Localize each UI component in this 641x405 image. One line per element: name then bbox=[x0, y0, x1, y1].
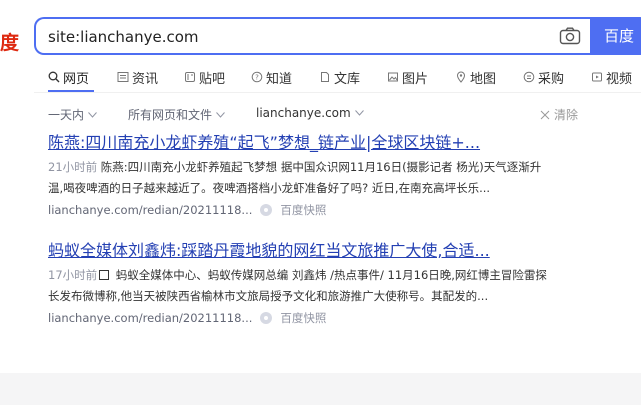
site-filter[interactable]: lianchanye.com bbox=[256, 106, 364, 120]
square-icon bbox=[99, 270, 110, 280]
result-snippet: 21小时前 陈燕:四川南充小龙虾养殖起飞梦想 据中国众识网11月16日(摄影记者… bbox=[48, 157, 578, 199]
tab-label: 采购 bbox=[538, 71, 565, 87]
result-snippet-text: 陈燕:四川南充小龙虾养殖起飞梦想 据中国众识网11月16日(摄影记者 杨光)天气… bbox=[97, 160, 542, 174]
tab-label: 资讯 bbox=[132, 71, 159, 87]
result-source: lianchanye.com/redian/20211118... 百度快照 bbox=[48, 309, 588, 327]
tab-label: 文库 bbox=[334, 71, 361, 87]
result-title-link[interactable]: 陈燕:四川南充小龙虾养殖“起飞”梦想_链产业|全球区块链+... bbox=[48, 133, 588, 153]
tab-label: 网页 bbox=[63, 71, 90, 87]
tab-label: 知道 bbox=[266, 71, 293, 87]
tab-label: 地图 bbox=[470, 71, 497, 87]
result-snippet-text: 长发布微博称,他当天被陕西省榆林市文旅局授予文化和旅游推广大使称号。其配发的..… bbox=[48, 289, 489, 303]
site-filter-label: lianchanye.com bbox=[256, 106, 351, 120]
image-icon bbox=[388, 72, 398, 82]
svg-text:?: ? bbox=[255, 74, 259, 82]
tab-label: 视频 bbox=[606, 71, 633, 87]
chevron-down-icon bbox=[354, 110, 364, 116]
tab-zhidao[interactable]: ? 知道 bbox=[251, 66, 292, 88]
tab-label: 图片 bbox=[402, 71, 429, 87]
video-icon bbox=[592, 72, 602, 82]
camera-icon[interactable] bbox=[559, 27, 581, 45]
footer-band bbox=[0, 373, 641, 405]
result-snippet-text: 温,喝夜啤酒的日子越来越近了。夜啤酒搭档小龙虾准备好了吗? 近日,在南充高坪长乐… bbox=[48, 181, 491, 195]
map-pin-icon bbox=[456, 71, 466, 83]
close-icon bbox=[540, 110, 550, 119]
tab-video[interactable]: 视频 bbox=[591, 66, 632, 88]
scope-filter-label: 所有网页和文件 bbox=[128, 108, 213, 122]
result-url[interactable]: lianchanye.com/redian/20211118... bbox=[48, 203, 252, 217]
result-snippet-text: 蚂蚁全媒体中心、蚂蚁传媒网总编 刘鑫炜 /热点事件/ 11月16日晚,网红博主冒… bbox=[112, 268, 547, 282]
source-dot-icon bbox=[260, 204, 273, 216]
tab-wenku[interactable]: 文库 bbox=[319, 66, 360, 88]
result-url[interactable]: lianchanye.com/redian/20211118... bbox=[48, 311, 252, 325]
chevron-down-icon bbox=[216, 111, 225, 118]
active-tab-indicator bbox=[48, 90, 94, 92]
tab-web[interactable]: 网页 bbox=[48, 66, 89, 88]
tab-map[interactable]: 地图 bbox=[455, 66, 496, 88]
cache-link[interactable]: 百度快照 bbox=[280, 202, 326, 218]
tab-news[interactable]: 资讯 bbox=[117, 66, 158, 88]
tab-purchase[interactable]: 采购 bbox=[523, 66, 564, 88]
chevron-down-icon bbox=[88, 111, 97, 118]
result-source: lianchanye.com/redian/20211118... 百度快照 bbox=[48, 201, 588, 219]
time-filter-label: 一天内 bbox=[48, 108, 85, 122]
tabs-divider bbox=[34, 92, 641, 93]
document-icon bbox=[321, 72, 329, 82]
result-time: 17小时前 bbox=[48, 268, 98, 282]
cache-link[interactable]: 百度快照 bbox=[280, 310, 326, 326]
shopping-icon bbox=[523, 71, 535, 83]
time-filter[interactable]: 一天内 bbox=[48, 106, 97, 123]
search-button[interactable]: 百度 bbox=[590, 17, 641, 55]
search-input[interactable] bbox=[48, 26, 528, 48]
tab-label: 贴吧 bbox=[199, 71, 226, 87]
clear-filters-button[interactable]: 清除 bbox=[540, 106, 578, 123]
news-icon bbox=[117, 72, 129, 82]
result-title-link[interactable]: 蚂蚁全媒体刘鑫炜:踩踏丹霞地貌的网红当文旅推广大使,合适... bbox=[48, 241, 588, 261]
search-result: 蚂蚁全媒体刘鑫炜:踩踏丹霞地貌的网红当文旅推广大使,合适... 17小时前 蚂蚁… bbox=[48, 241, 588, 327]
tab-images[interactable]: 图片 bbox=[387, 66, 428, 88]
baidu-logo[interactable]: 度 bbox=[0, 28, 19, 55]
scope-filter[interactable]: 所有网页和文件 bbox=[128, 106, 225, 123]
source-dot-icon bbox=[260, 312, 273, 324]
search-result: 陈燕:四川南充小龙虾养殖“起飞”梦想_链产业|全球区块链+... 21小时前 陈… bbox=[48, 133, 588, 219]
result-snippet: 17小时前 蚂蚁全媒体中心、蚂蚁传媒网总编 刘鑫炜 /热点事件/ 11月16日晚… bbox=[48, 265, 578, 307]
result-time: 21小时前 bbox=[48, 160, 98, 174]
search-box[interactable] bbox=[34, 17, 590, 55]
tab-tieba[interactable]: 贴吧 bbox=[184, 66, 225, 88]
tieba-icon bbox=[185, 72, 195, 82]
search-icon bbox=[48, 71, 60, 83]
clear-label: 清除 bbox=[554, 108, 579, 122]
question-icon: ? bbox=[251, 71, 263, 83]
